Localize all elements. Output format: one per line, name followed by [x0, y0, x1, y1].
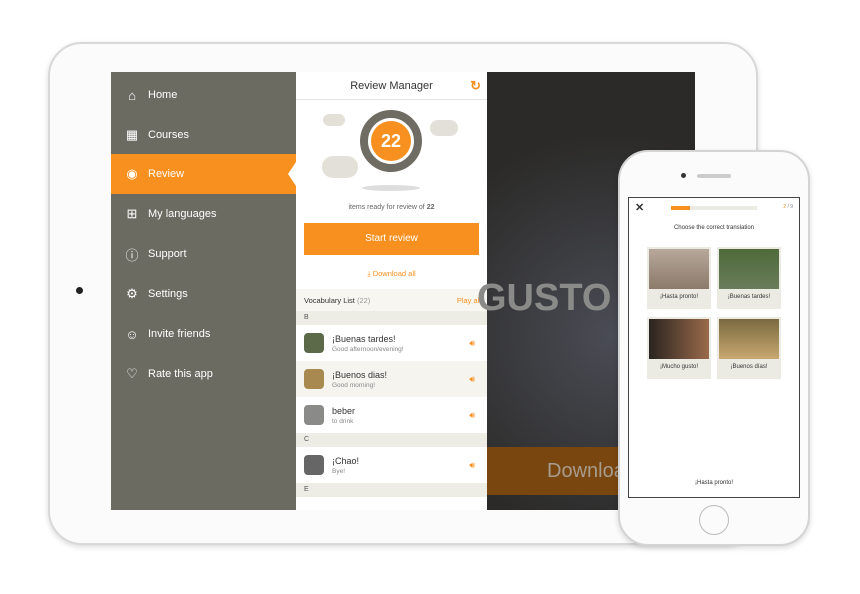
vocab-title: Vocabulary List (22) [304, 296, 370, 305]
vocab-count: (22) [356, 295, 371, 305]
active-pointer [288, 162, 296, 186]
option-label: ¡Buenas tardes! [727, 294, 771, 300]
translation: Bye! [332, 467, 346, 475]
option-label: ¡Mucho gusto! [659, 364, 699, 370]
option-card[interactable]: ¡Buenos días! [717, 317, 781, 379]
cloud-icon [430, 120, 458, 136]
speaker-icon[interactable]: 🔊︎ [469, 374, 475, 385]
option-card[interactable]: ¡Mucho gusto! [647, 317, 711, 379]
progress-total: / 9 [787, 204, 793, 210]
home-button[interactable] [699, 505, 729, 535]
list-item[interactable]: beber to drink 🔊︎ [296, 397, 487, 433]
answer-text: ¡Hasta pronto! [694, 480, 734, 486]
option-card[interactable]: ¡Hasta pronto! [647, 247, 711, 309]
cloud-icon [323, 114, 345, 126]
word: ¡Chao! [332, 455, 360, 466]
option-card[interactable]: ¡Buenas tardes! [717, 247, 781, 309]
sidebar-item-courses[interactable]: ▦ Courses [111, 115, 296, 155]
option-image [719, 319, 779, 359]
refresh-icon[interactable]: ↻ [470, 72, 481, 100]
download-label: Download all [372, 269, 416, 278]
ipad-camera [76, 287, 83, 294]
sidebar: ⌂ Home ▦ Courses ◉ Review ⊞ My languages ⓘ Su… [111, 72, 296, 510]
iphone-speaker [697, 174, 731, 178]
translation: to drink [332, 417, 354, 425]
section-header: C [296, 433, 487, 447]
sidebar-item-settings[interactable]: ⚙ Settings [111, 274, 296, 314]
translation: Good afternoon/evening! [332, 345, 404, 353]
ready-total: 22 [426, 204, 435, 211]
option-image [649, 319, 709, 359]
list-item[interactable]: ¡Buenos dias! Good morning! 🔊︎ [296, 361, 487, 397]
start-review-button[interactable]: Start review [304, 223, 479, 255]
sidebar-item-home[interactable]: ⌂ Home [111, 75, 296, 115]
speaker-icon[interactable]: 🔊︎ [469, 338, 475, 349]
thumbnail [304, 455, 324, 475]
vocab-header: Vocabulary List (22) Play all [296, 289, 487, 311]
progress-fill [671, 206, 690, 210]
close-icon[interactable]: ✕ [635, 201, 644, 214]
progress-current: 2 [783, 204, 787, 210]
option-image [649, 249, 709, 289]
iphone-camera [681, 173, 686, 178]
thumbnail [304, 405, 324, 425]
home-icon: ⌂ [128, 87, 136, 103]
languages-icon: ⊞ [126, 206, 138, 221]
grid-icon: ▦ [125, 127, 139, 142]
review-illustration: 22 [296, 100, 487, 195]
review-icon: ◉ [126, 166, 138, 181]
thumbnail [304, 333, 324, 353]
section-header: E [296, 483, 487, 497]
option-image [719, 249, 779, 289]
panel-title: Review Manager [350, 80, 433, 92]
vocab-title-text: Vocabulary List [304, 295, 355, 305]
gear-icon: ⚙ [126, 286, 138, 301]
progress-bar [671, 206, 757, 210]
shadow [362, 185, 420, 191]
heart-icon: ♡ [126, 366, 138, 381]
iphone-screen: ✕ 2 / 9 Choose the correct translation ¡… [628, 197, 800, 498]
translation: Good morning! [332, 381, 375, 389]
sidebar-item-support[interactable]: ⓘ Support [111, 234, 296, 274]
word: ¡Buenos dias! [332, 369, 388, 380]
background-headline: GUSTO [477, 277, 612, 319]
download-all-link[interactable]: ⤓ Download all [296, 269, 487, 279]
prompt: Choose the correct translation [673, 225, 755, 231]
sidebar-item-review[interactable]: ◉ Review [111, 154, 296, 194]
ready-label: items ready for review of [348, 204, 425, 211]
help-icon: ⓘ [125, 247, 139, 263]
word: ¡Buenas tardes! [332, 333, 396, 344]
review-count-badge: 22 [371, 121, 411, 161]
list-item[interactable]: ¡Buenas tardes! Good afternoon/evening! 🔊︎ [296, 325, 487, 361]
sidebar-item-my-languages[interactable]: ⊞ My languages [111, 194, 296, 234]
option-label: ¡Buenos días! [730, 364, 768, 370]
option-label: ¡Hasta pronto! [659, 294, 699, 300]
sidebar-item-invite-friends[interactable]: ☺ Invite friends [111, 314, 296, 354]
speaker-icon[interactable]: 🔊︎ [469, 460, 475, 471]
review-manager-panel: Review Manager ↻ 22 items ready for revie… [296, 72, 487, 510]
ipad-screen: ⌂ Home ▦ Courses ◉ Review ⊞ My languages ⓘ Su… [111, 72, 695, 510]
thumbnail [304, 369, 324, 389]
progress-counter: 2 / 9 [783, 204, 793, 210]
ready-text: items ready for review of 22 [296, 204, 487, 211]
word: beber [332, 405, 356, 416]
add-user-icon: ☺ [125, 326, 139, 342]
list-item[interactable]: ¡Chao! Bye! 🔊︎ [296, 447, 487, 483]
section-header: B [296, 311, 487, 325]
speaker-icon[interactable]: 🔊︎ [469, 410, 475, 421]
sidebar-item-rate-app[interactable]: ♡ Rate this app [111, 354, 296, 394]
cloud-icon [322, 156, 358, 178]
